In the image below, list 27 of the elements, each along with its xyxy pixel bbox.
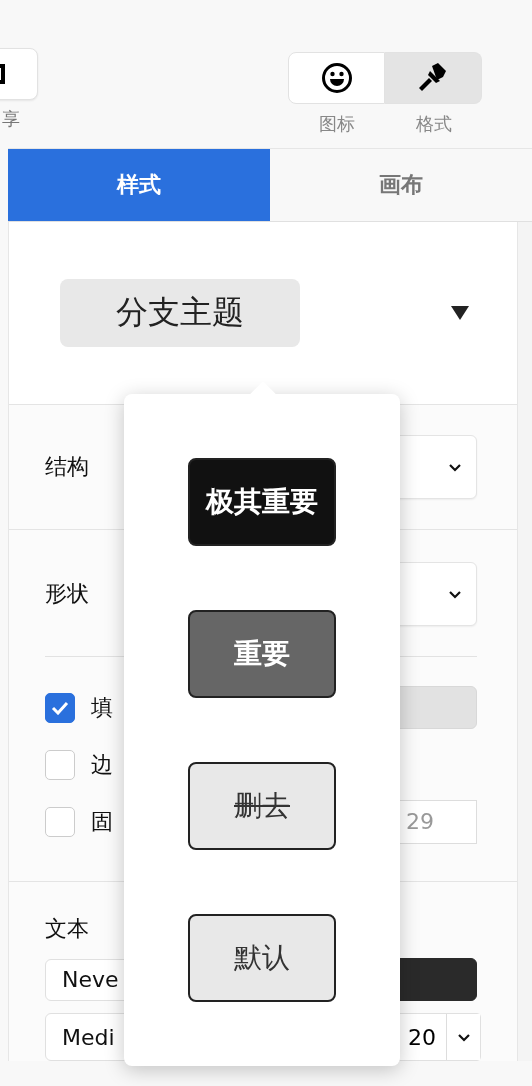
chevron-icon bbox=[456, 1032, 471, 1042]
marker-option[interactable]: 默认 bbox=[188, 914, 336, 1002]
brush-icon bbox=[418, 62, 448, 94]
share-label: 享 bbox=[2, 107, 20, 131]
view-label: 图标 bbox=[318, 112, 355, 136]
option-label: 填 bbox=[91, 693, 113, 722]
view-label: 格式 bbox=[415, 112, 452, 136]
chevron-icon bbox=[448, 462, 462, 472]
section-label: 文本 bbox=[45, 915, 90, 943]
panel-tab[interactable]: 样式 bbox=[8, 149, 270, 221]
chevron-icon bbox=[448, 589, 462, 599]
marker-option[interactable]: 删去 bbox=[188, 762, 336, 850]
option-label: 固 bbox=[91, 807, 113, 836]
scrollbar-track[interactable] bbox=[518, 222, 532, 1061]
check-icon bbox=[51, 700, 69, 715]
section-label: 结构 bbox=[45, 453, 89, 481]
branch-theme-button[interactable]: 分支主题 bbox=[60, 279, 300, 347]
checkbox[interactable] bbox=[45, 692, 75, 723]
option-label: 边 bbox=[91, 750, 113, 779]
marker-option[interactable]: 极其重要 bbox=[188, 458, 336, 546]
section-label: 形状 bbox=[45, 580, 89, 608]
dropdown-triangle-icon[interactable] bbox=[451, 306, 469, 320]
marker-option[interactable]: 重要 bbox=[188, 610, 336, 698]
view-toggle[interactable] bbox=[385, 52, 482, 104]
font-size-dropdown[interactable] bbox=[446, 1014, 480, 1060]
view-toggle[interactable] bbox=[288, 52, 385, 104]
smiley-icon bbox=[320, 62, 353, 94]
